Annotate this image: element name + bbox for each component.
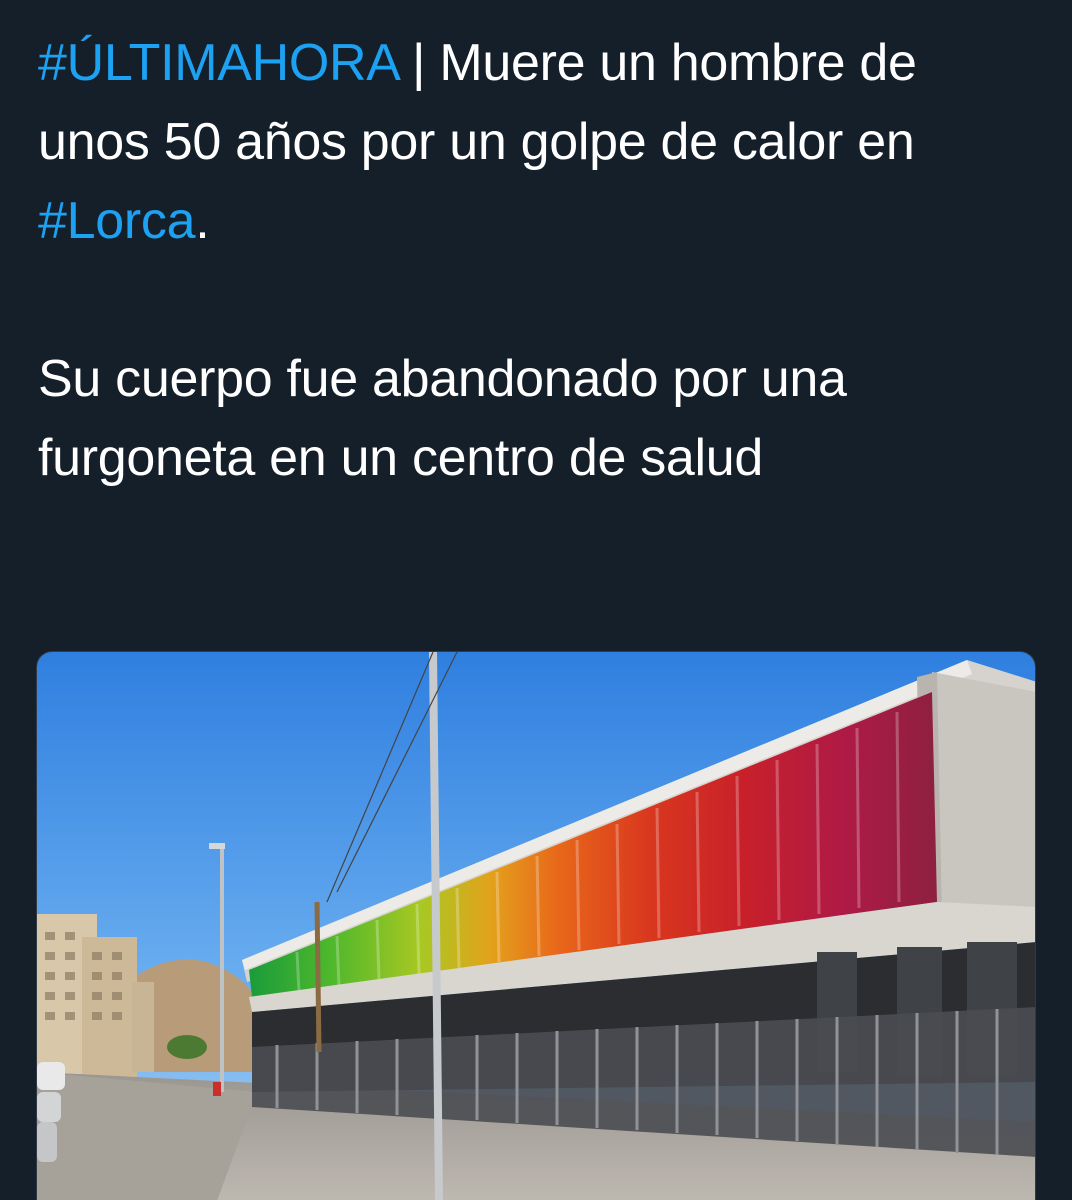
tweet-paragraph-2: Su cuerpo fue abandonado por una furgone… (38, 350, 847, 487)
tweet-paragraph-1: #ÚLTIMAHORA | Muere un hombre de unos 50… (38, 24, 1038, 261)
health-center-photo (37, 652, 1035, 1200)
tweet-body: #ÚLTIMAHORA | Muere un hombre de unos 50… (38, 24, 1038, 498)
separator-text: | (397, 34, 440, 92)
hashtag-lorca-link[interactable]: #Lorca (38, 192, 196, 250)
tweet-text-period: . (195, 192, 210, 250)
hashtag-ultimahora-link[interactable]: #ÚLTIMAHORA (38, 34, 398, 92)
tweet-photo[interactable] (36, 651, 1036, 1200)
tweet-card: #ÚLTIMAHORA | Muere un hombre de unos 50… (0, 0, 1072, 1200)
